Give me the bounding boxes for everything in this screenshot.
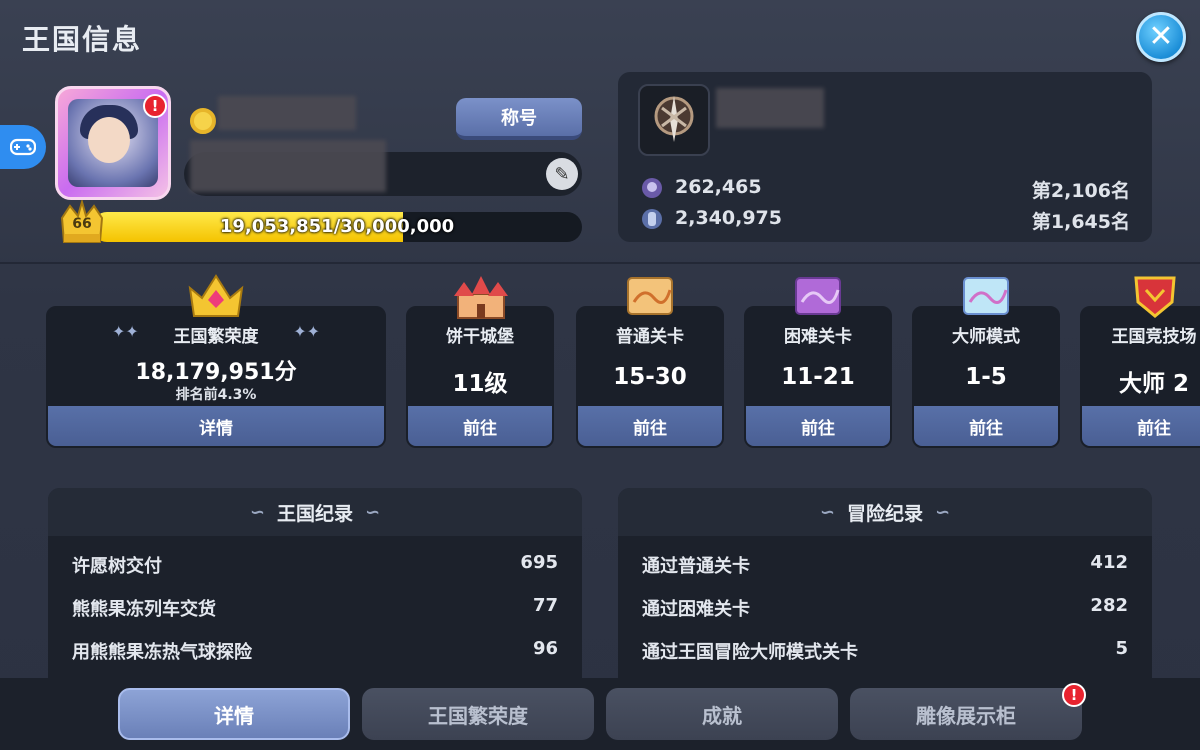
tab-statue-cabinet[interactable]: 雕像展示柜 [850,688,1082,740]
master-map-icon [963,277,1009,315]
tab-achievements[interactable]: 成就 [606,688,838,740]
guild-emblem[interactable] [638,84,710,156]
pencil-icon: ✎ [554,163,570,185]
guild-stat-row: 2,340,975 第1,645名 [640,205,1130,233]
goto-button[interactable]: 前往 [914,406,1058,446]
swirl-icon: ∽ [365,501,381,523]
close-button[interactable]: ✕ [1136,12,1186,62]
sparkle-icon: ✦✦ [293,322,320,341]
record-row: 通过普通关卡 412 [642,552,1128,577]
kingdom-record-panel: ∽ 王国纪录 ∽ 许愿树交付 695 熊熊果冻列车交货 77 用熊熊果冻热气球探… [48,488,582,688]
tab-prosperity[interactable]: 王国繁荣度 [362,688,594,740]
tab-details[interactable]: 详情 [118,688,350,740]
blurred-player-name [218,96,356,130]
section-divider [0,262,1200,264]
close-icon: ✕ [1148,19,1174,54]
record-row: 通过王国冒险大师模式关卡 5 [642,638,1128,663]
prosperity-card[interactable]: ✦✦ 王国繁荣度 ✦✦ 18,179,951分 排名前4.3% 详情 [46,306,386,448]
record-row: 熊熊果冻列车交货 77 [72,595,558,620]
level-number: 66 [72,216,92,232]
castle-card[interactable]: 饼干城堡 11级 前往 [406,306,554,448]
arena-shield-icon [1134,276,1176,318]
arena-card[interactable]: 王国竞技场 大师 2 前往 [1080,306,1200,448]
trophy-icon [642,178,662,198]
adventure-record-title: 冒险纪录 [846,502,923,525]
xp-text: 19,053,851/30,000,000 [219,216,455,237]
swirl-icon: ∽ [249,501,265,523]
goto-button[interactable]: 前往 [746,406,890,446]
record-row: 用熊熊果冻热气球探险 96 [72,638,558,663]
master-mode-card[interactable]: 大师模式 1-5 前往 [912,306,1060,448]
tab-alert-badge: ! [1062,683,1086,707]
xp-progress-bar: 19,053,851/30,000,000 [92,212,582,242]
avatar-alert-badge: ! [143,94,167,118]
map-icon [627,277,673,315]
swirl-icon: ∽ [819,501,835,523]
prosperity-value: 18,179,951分 [135,360,297,385]
guild-stat-row: 262,465 第2,106名 [640,174,1130,202]
medal-score-icon [642,209,662,229]
medal-icon [190,108,216,134]
castle-icon [454,276,508,319]
gamepad-side-button[interactable] [0,125,46,169]
adventure-record-panel: ∽ 冒险纪录 ∽ 通过普通关卡 412 通过困难关卡 282 通过王国冒险大师模… [618,488,1152,688]
page-title: 王国信息 [22,23,143,56]
title-button[interactable]: 称号 [456,98,582,140]
crown-icon [188,274,244,317]
swirl-icon: ∽ [935,501,951,523]
edit-name-button[interactable]: ✎ [546,158,578,190]
goto-button[interactable]: 前往 [408,406,552,446]
kingdom-record-title: 王国纪录 [276,502,353,525]
prosperity-detail-button[interactable]: 详情 [48,406,384,446]
goto-button[interactable]: 前往 [578,406,722,446]
prosperity-rank: 排名前4.3% [175,387,257,403]
hard-map-icon [795,277,841,315]
record-row: 许愿树交付 695 [72,552,558,577]
shield-sword-icon [654,96,694,142]
normal-stage-card[interactable]: 普通关卡 15-30 前往 [576,306,724,448]
blurred-kingdom-name [190,140,386,192]
gamepad-icon [10,138,36,156]
prosperity-title: 王国繁荣度 [173,327,259,347]
record-row: 通过困难关卡 282 [642,595,1128,620]
goto-button[interactable]: 前往 [1082,406,1200,446]
blurred-guild-name [716,88,824,128]
hard-stage-card[interactable]: 困难关卡 11-21 前往 [744,306,892,448]
